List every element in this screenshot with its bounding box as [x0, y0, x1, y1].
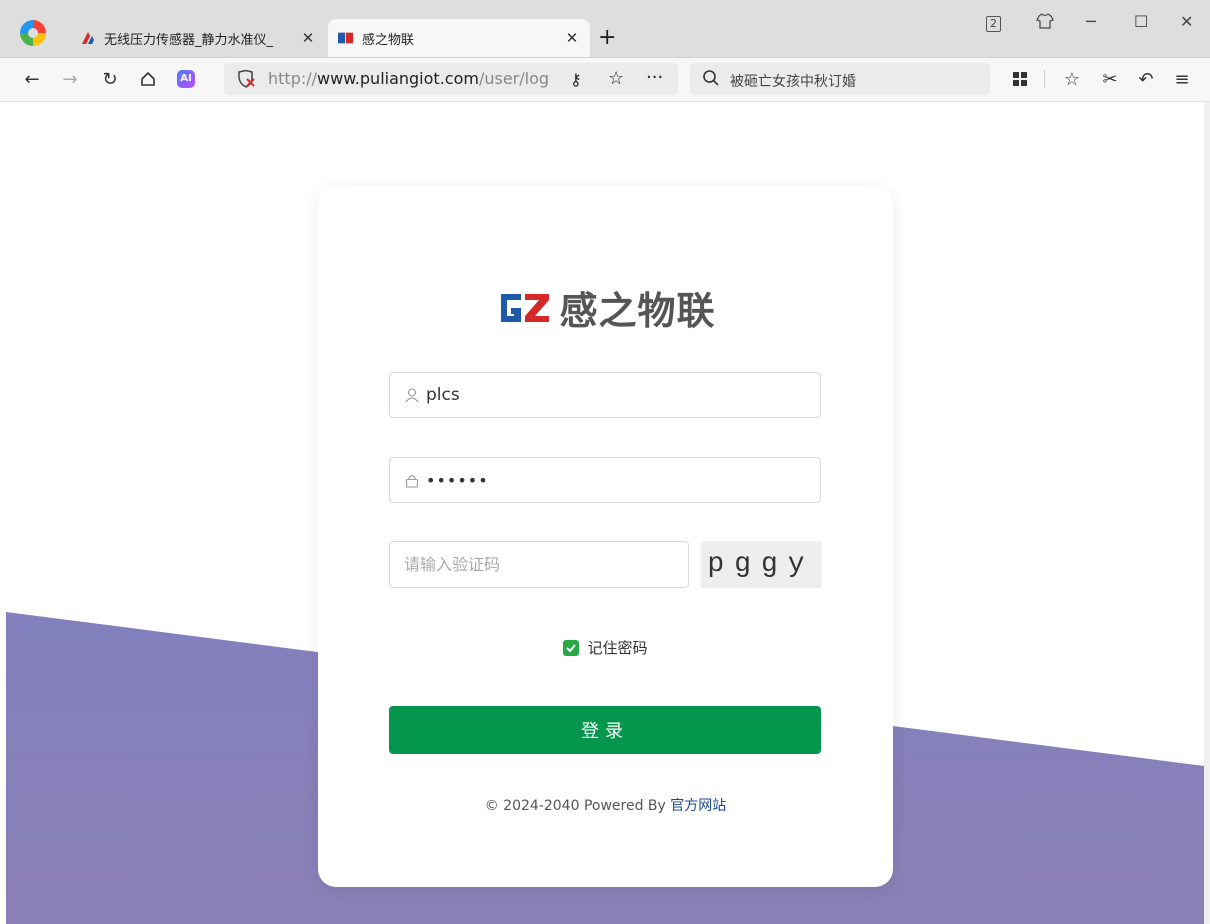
tab-close-icon[interactable]: ✕ — [564, 29, 580, 47]
lock-icon — [404, 472, 420, 488]
forward-arrow-icon[interactable]: → — [58, 67, 82, 91]
checkmark-icon — [566, 643, 577, 652]
reload-icon[interactable]: ↻ — [98, 67, 122, 91]
saved-password-key-icon[interactable]: ⚷ — [570, 70, 582, 89]
username-value: plcs — [426, 385, 460, 405]
login-card: 感之物联 plcs •••••• pggy 记住密码 登录 © 2024-204… — [318, 186, 893, 887]
password-value: •••••• — [426, 470, 489, 490]
url-scheme: http:// — [268, 69, 318, 88]
screenshot-scissors-icon[interactable]: ✂ — [1098, 67, 1122, 91]
search-box[interactable]: 被砸亡女孩中秋订婚 — [690, 63, 990, 95]
gz-favicon-icon — [338, 30, 354, 46]
undo-icon[interactable]: ↶ — [1134, 67, 1158, 91]
address-bar[interactable]: http://www.puliangiot.com/user/log ⚷ ☆ ·… — [224, 63, 678, 95]
maximize-icon[interactable]: ☐ — [1134, 12, 1148, 31]
username-field[interactable]: plcs — [389, 372, 821, 418]
menu-hamburger-icon[interactable]: ≡ — [1170, 67, 1194, 91]
tab-title: 感之物联 — [362, 32, 415, 48]
gz-logo-icon — [495, 290, 551, 326]
ai-assistant-icon[interactable]: AI — [174, 67, 198, 91]
official-site-link[interactable]: 官方网站 — [670, 798, 726, 814]
captcha-input[interactable] — [389, 541, 689, 588]
tab-count-badge[interactable]: 2 — [986, 12, 1001, 32]
minimize-icon[interactable]: ─ — [1086, 12, 1096, 31]
favorites-list-icon[interactable]: ☆ — [1060, 67, 1084, 91]
user-icon — [404, 387, 420, 403]
tab-close-icon[interactable]: ✕ — [300, 29, 316, 47]
url-host: www.puliangiot.com — [317, 69, 479, 88]
scrollbar-track[interactable] — [1204, 102, 1210, 924]
browser-toolbar: ← → ↻ AI http://www.puliangiot.com/user/… — [0, 58, 1210, 102]
home-icon[interactable] — [136, 67, 160, 91]
password-field[interactable]: •••••• — [389, 457, 821, 503]
insecure-shield-icon[interactable] — [236, 69, 256, 92]
more-dots-icon[interactable]: ··· — [646, 67, 663, 88]
back-arrow-icon[interactable]: ← — [20, 67, 44, 91]
browser-logo-icon[interactable] — [20, 20, 46, 46]
brand-logo: 感之物联 — [318, 280, 893, 335]
copyright-text: © 2024-2040 Powered By — [484, 798, 671, 814]
login-button[interactable]: 登录 — [389, 706, 821, 754]
brand-name: 感之物联 — [559, 289, 716, 333]
page-content: 感之物联 plcs •••••• pggy 记住密码 登录 © 2024-204… — [0, 102, 1210, 924]
toolbar-divider — [1044, 70, 1045, 88]
skin-shirt-icon[interactable] — [1036, 12, 1054, 34]
tab-pressure-sensor[interactable]: 无线压力传感器_静力水准仪_ ✕ — [70, 19, 326, 57]
remember-checkbox[interactable] — [563, 639, 580, 656]
new-tab-plus-icon[interactable]: + — [598, 25, 616, 51]
remember-password[interactable]: 记住密码 — [318, 637, 893, 658]
bookmark-star-icon[interactable]: ☆ — [608, 68, 624, 89]
copyright-footer: © 2024-2040 Powered By 官方网站 — [318, 795, 893, 815]
url-text: http://www.puliangiot.com/user/log — [268, 69, 560, 88]
captcha-image[interactable]: pggy — [701, 541, 821, 588]
tab-title: 无线压力传感器_静力水准仪_ — [104, 32, 274, 48]
browser-tab-strip: 无线压力传感器_静力水准仪_ ✕ 感之物联 ✕ + 2 ─ ☐ ✕ — [0, 0, 1210, 58]
search-icon — [702, 69, 720, 91]
remember-label: 记住密码 — [587, 639, 648, 657]
search-suggestion-text: 被砸亡女孩中秋订婚 — [730, 74, 856, 90]
site-favicon-icon — [80, 30, 96, 46]
apps-grid-icon[interactable] — [1008, 67, 1032, 91]
tab-current-page[interactable]: 感之物联 ✕ — [328, 19, 590, 57]
url-path: /user/log — [478, 69, 550, 88]
close-window-icon[interactable]: ✕ — [1180, 12, 1193, 31]
